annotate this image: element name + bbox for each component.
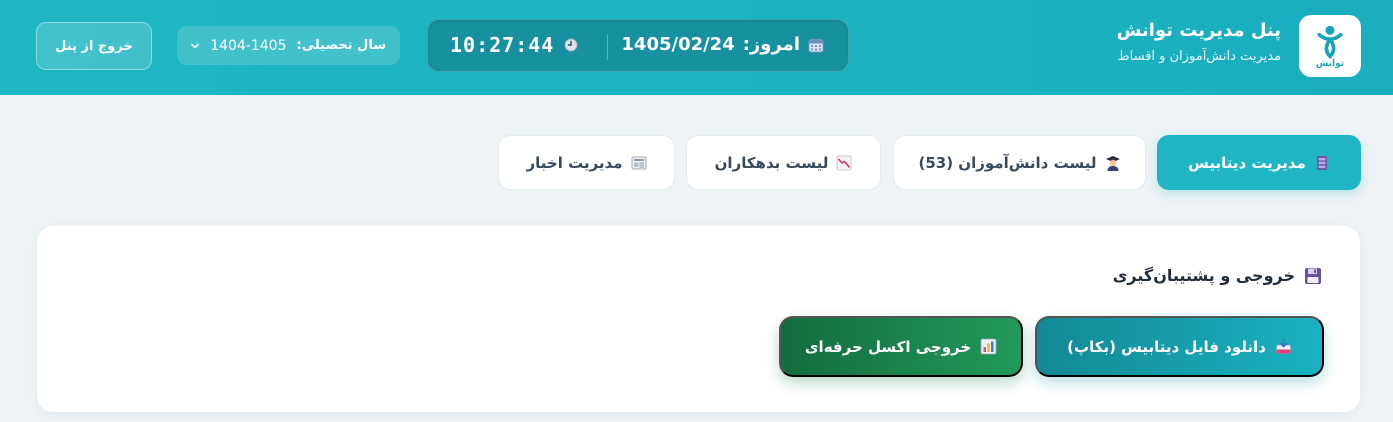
chart-down-icon bbox=[836, 155, 852, 170]
newspaper-icon bbox=[631, 156, 646, 169]
excel-export-label: خروجی اکسل حرفه‌ای bbox=[804, 337, 972, 356]
student-icon bbox=[1105, 155, 1120, 171]
clock: 10:27:44 bbox=[450, 33, 578, 57]
clock-icon bbox=[564, 38, 578, 52]
app-subtitle: مدیریت دانش‌آموزان و اقساط bbox=[1117, 49, 1281, 64]
download-backup-button[interactable]: دانلود فایل دیتابیس (بکاپ) bbox=[1035, 316, 1324, 377]
top-header: توانش پنل مدیریت توانش مدیریت دانش‌آموزا… bbox=[0, 0, 1393, 95]
section-title: خروجی و پشتیبان‌گیری bbox=[1113, 266, 1322, 285]
logo-mark-icon bbox=[1317, 25, 1343, 59]
bar-chart-icon bbox=[980, 338, 997, 355]
clock-time: 10:27:44 bbox=[450, 33, 555, 57]
brand-block: پنل مدیریت توانش مدیریت دانش‌آموزان و اق… bbox=[1117, 20, 1281, 64]
app-logo: توانش bbox=[1299, 15, 1361, 77]
date-time-panel: امروز: 1405/02/24 10:27:44 bbox=[427, 19, 849, 72]
tab-debtors[interactable]: لیست بدهکاران bbox=[686, 135, 881, 190]
tab-label: مدیریت اخبار bbox=[526, 153, 623, 172]
date-time-divider bbox=[607, 34, 608, 60]
inbox-download-icon bbox=[1275, 338, 1291, 354]
backup-card: خروجی و پشتیبان‌گیری دانلود فایل دیتابیس… bbox=[37, 226, 1360, 412]
tab-label: لیست دانش‌آموزان (53) bbox=[918, 153, 1097, 172]
section-title-text: خروجی و پشتیبان‌گیری bbox=[1112, 266, 1295, 285]
year-label: سال تحصیلی: bbox=[296, 38, 387, 53]
year-value: 1404-1405 bbox=[210, 37, 287, 54]
logout-button[interactable]: خروج از پنل bbox=[36, 22, 152, 70]
tab-database[interactable]: مدیریت دیتابیس bbox=[1157, 135, 1361, 190]
download-backup-label: دانلود فایل دیتابیس (بکاپ) bbox=[1067, 337, 1266, 356]
database-icon bbox=[1316, 155, 1327, 170]
tab-students[interactable]: لیست دانش‌آموزان (53) bbox=[893, 135, 1146, 190]
today-date: امروز: 1405/02/24 bbox=[621, 34, 824, 55]
tab-label: مدیریت دیتابیس bbox=[1188, 153, 1306, 172]
excel-export-button[interactable]: خروجی اکسل حرفه‌ای bbox=[779, 316, 1023, 377]
tab-news[interactable]: مدیریت اخبار bbox=[498, 135, 675, 190]
calendar-icon bbox=[808, 38, 824, 52]
academic-year-select[interactable]: سال تحصیلی: 1404-1405 bbox=[177, 26, 400, 65]
app-title: پنل مدیریت توانش bbox=[1116, 20, 1281, 41]
tab-label: لیست بدهکاران bbox=[714, 153, 829, 172]
logo-text: توانش bbox=[1315, 59, 1345, 69]
today-label: امروز: bbox=[742, 34, 800, 55]
chevron-down-icon bbox=[191, 43, 199, 48]
floppy-disk-icon bbox=[1305, 267, 1321, 284]
today-value: 1405/02/24 bbox=[621, 34, 735, 55]
